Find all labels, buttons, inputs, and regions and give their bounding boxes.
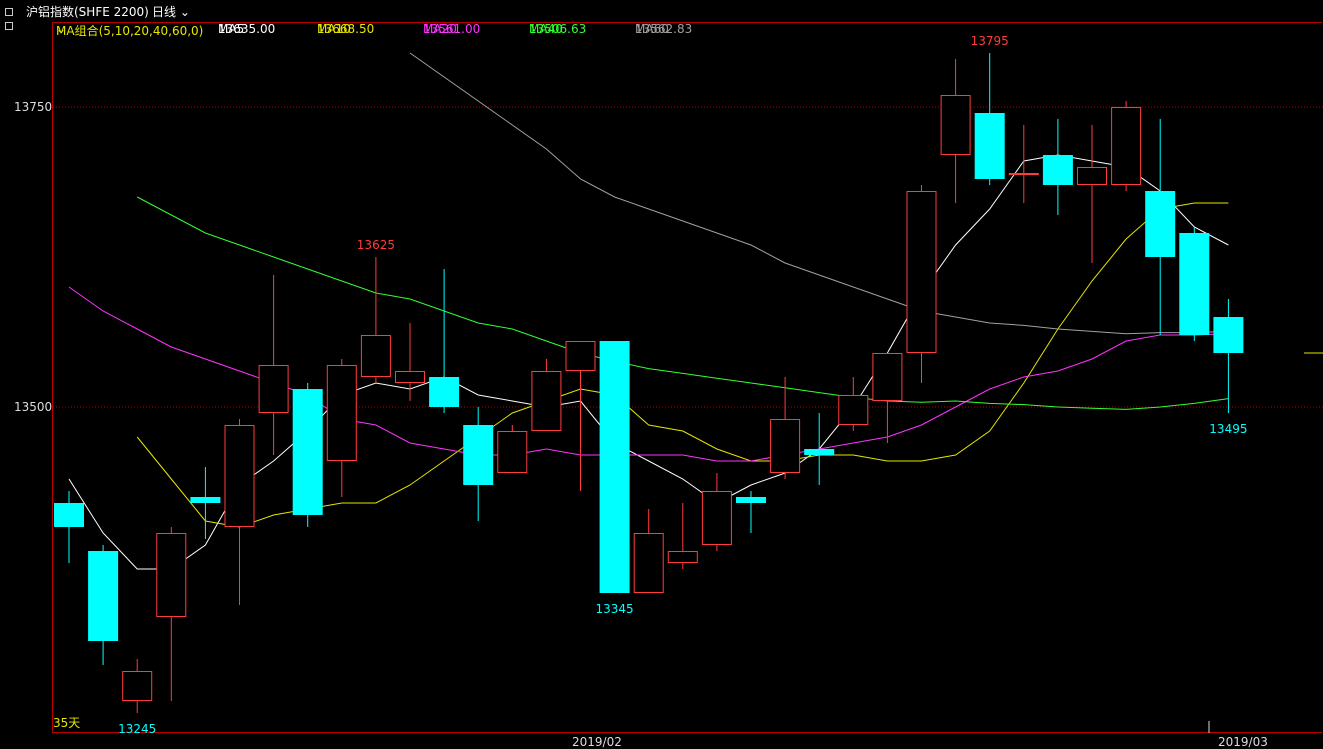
ma-line-ma40	[136, 196, 1229, 410]
candle-body	[736, 497, 766, 503]
candle-body	[1077, 167, 1107, 185]
candle-body	[906, 191, 937, 353]
candle-body	[360, 335, 391, 377]
candle-body	[395, 371, 425, 383]
candle-body	[54, 503, 84, 527]
candle-body	[156, 533, 187, 617]
candle-body	[872, 353, 903, 401]
candle-body	[565, 341, 596, 371]
candle-body	[1111, 107, 1142, 185]
candle-body	[1145, 191, 1176, 257]
price-annotation: 13795	[971, 34, 1009, 48]
candle-body	[122, 671, 153, 701]
candlestick-chart[interactable]: 13795 13625 13345 13495 13245	[0, 0, 1323, 749]
candle-body	[463, 425, 494, 485]
candle-body	[1008, 173, 1039, 175]
price-annotation: 13495	[1209, 422, 1247, 436]
candle-body	[770, 419, 801, 473]
candle-body	[838, 395, 869, 425]
candle-body	[940, 95, 971, 155]
candle-body	[633, 533, 664, 593]
candle-body	[1213, 317, 1244, 353]
candle-body	[701, 491, 732, 545]
candle-body	[190, 497, 221, 503]
candle-body	[667, 551, 698, 563]
candle-body	[224, 425, 255, 527]
candle-body	[258, 365, 289, 413]
candle-body	[326, 365, 357, 461]
price-annotation: 13345	[596, 602, 634, 616]
candle-body	[1042, 155, 1073, 185]
candle-body	[292, 389, 323, 515]
price-annotation: 13625	[357, 238, 395, 252]
price-annotation: 13245	[118, 722, 156, 736]
candle-body	[974, 113, 1005, 179]
candle-body	[497, 431, 528, 473]
candle-body	[804, 449, 835, 455]
candle-body	[88, 551, 119, 641]
candle-body	[429, 377, 460, 407]
candle-body	[1179, 233, 1210, 335]
candle-body	[531, 371, 562, 431]
candle-body	[599, 341, 630, 593]
ma-line-ma60	[409, 52, 1229, 335]
